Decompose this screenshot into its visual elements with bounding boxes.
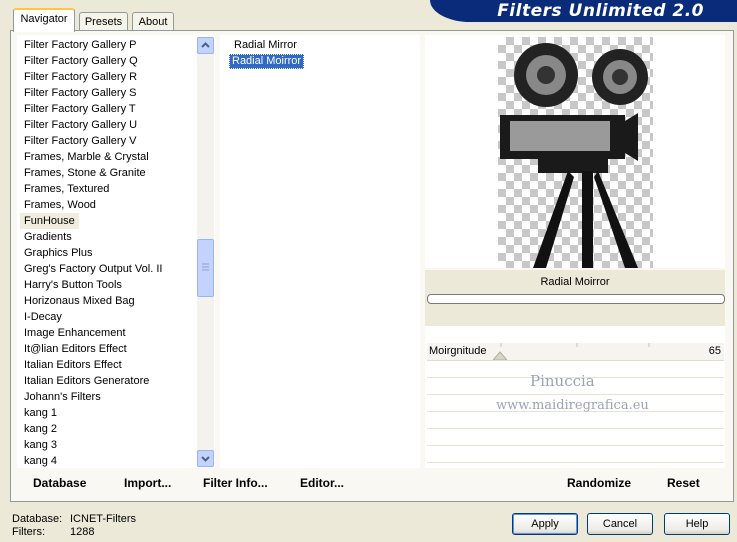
grip-icon: [202, 263, 209, 271]
scroll-thumb[interactable]: [197, 239, 214, 297]
filter-item[interactable]: Radial Mirror: [232, 38, 299, 53]
movie-camera-image: [500, 43, 648, 268]
category-item[interactable]: Filter Factory Gallery T: [24, 101, 136, 117]
category-item[interactable]: Frames, Stone & Granite: [24, 165, 146, 181]
category-item[interactable]: Filter Factory Gallery Q: [24, 53, 138, 69]
chevron-up-icon: [201, 42, 210, 48]
category-item[interactable]: kang 1: [24, 405, 57, 421]
param-row-empty: [427, 412, 724, 429]
watermark-name: Pinuccia: [530, 372, 595, 390]
param-row-empty: [427, 446, 724, 463]
preview-image: [498, 37, 653, 268]
category-item[interactable]: Graphics Plus: [24, 245, 92, 261]
tab-about[interactable]: About: [132, 12, 174, 31]
slider-ticks: [500, 343, 650, 347]
category-item[interactable]: Filter Factory Gallery P: [24, 37, 136, 53]
preview-progress-bar: [427, 294, 725, 304]
param-slider-moirgnitude[interactable]: Moirgnitude 65: [427, 343, 724, 361]
category-item[interactable]: kang 3: [24, 437, 57, 453]
category-item[interactable]: Italian Editors Generatore: [24, 373, 149, 389]
category-item[interactable]: It@lian Editors Effect: [24, 341, 127, 357]
status-filters-value: 1288: [70, 526, 95, 538]
category-item[interactable]: Greg's Factory Output Vol. II: [24, 261, 162, 277]
import-button[interactable]: Import...: [124, 476, 171, 490]
filter-list[interactable]: [220, 35, 420, 468]
category-item[interactable]: Filter Factory Gallery R: [24, 69, 137, 85]
category-item[interactable]: Italian Editors Effect: [24, 357, 122, 373]
category-item[interactable]: Gradients: [24, 229, 72, 245]
category-item[interactable]: kang 2: [24, 421, 57, 437]
category-item[interactable]: Frames, Wood: [24, 197, 96, 213]
category-item[interactable]: Frames, Textured: [24, 181, 109, 197]
cancel-button[interactable]: Cancel: [587, 513, 653, 535]
help-button[interactable]: Help: [664, 513, 730, 535]
preview-filter-name: Radial Moirror: [540, 276, 610, 288]
status-filters-label: Filters:: [12, 526, 45, 538]
slider-thumb-icon[interactable]: [493, 351, 507, 360]
tab-presets[interactable]: Presets: [79, 12, 128, 31]
scroll-up-button[interactable]: [197, 37, 214, 54]
category-item[interactable]: FunHouse: [20, 213, 79, 229]
category-item[interactable]: Johann's Filters: [24, 389, 101, 405]
category-item[interactable]: Filter Factory Gallery S: [24, 85, 136, 101]
tab-navigator[interactable]: Navigator: [13, 8, 75, 32]
category-item[interactable]: Filter Factory Gallery V: [24, 133, 136, 149]
category-item[interactable]: Harry's Button Tools: [24, 277, 122, 293]
category-scrollbar[interactable]: [197, 37, 214, 467]
scroll-down-button[interactable]: [197, 450, 214, 467]
category-item[interactable]: kang 4: [24, 453, 57, 469]
category-item[interactable]: Frames, Marble & Crystal: [24, 149, 149, 165]
filter-info-button[interactable]: Filter Info...: [203, 476, 268, 490]
category-item[interactable]: Image Enhancement: [24, 325, 126, 341]
param-row-empty: [427, 429, 724, 446]
editor-button[interactable]: Editor...: [300, 476, 344, 490]
chevron-down-icon: [201, 456, 210, 462]
database-button[interactable]: Database: [33, 476, 86, 490]
randomize-button[interactable]: Randomize: [567, 476, 631, 490]
category-item[interactable]: Horizonaus Mixed Bag: [24, 293, 135, 309]
status-database-value: ICNET-Filters: [70, 513, 136, 525]
status-database-label: Database:: [12, 513, 63, 525]
app-title-banner: Filters Unlimited 2.0: [430, 0, 737, 22]
reset-button[interactable]: Reset: [667, 476, 700, 490]
category-item[interactable]: Filter Factory Gallery U: [24, 117, 137, 133]
watermark-url: www.maidiregrafica.eu: [496, 398, 649, 413]
apply-button[interactable]: Apply: [512, 513, 578, 535]
filter-item[interactable]: Radial Moirror: [229, 54, 305, 69]
category-item[interactable]: I-Decay: [24, 309, 62, 325]
